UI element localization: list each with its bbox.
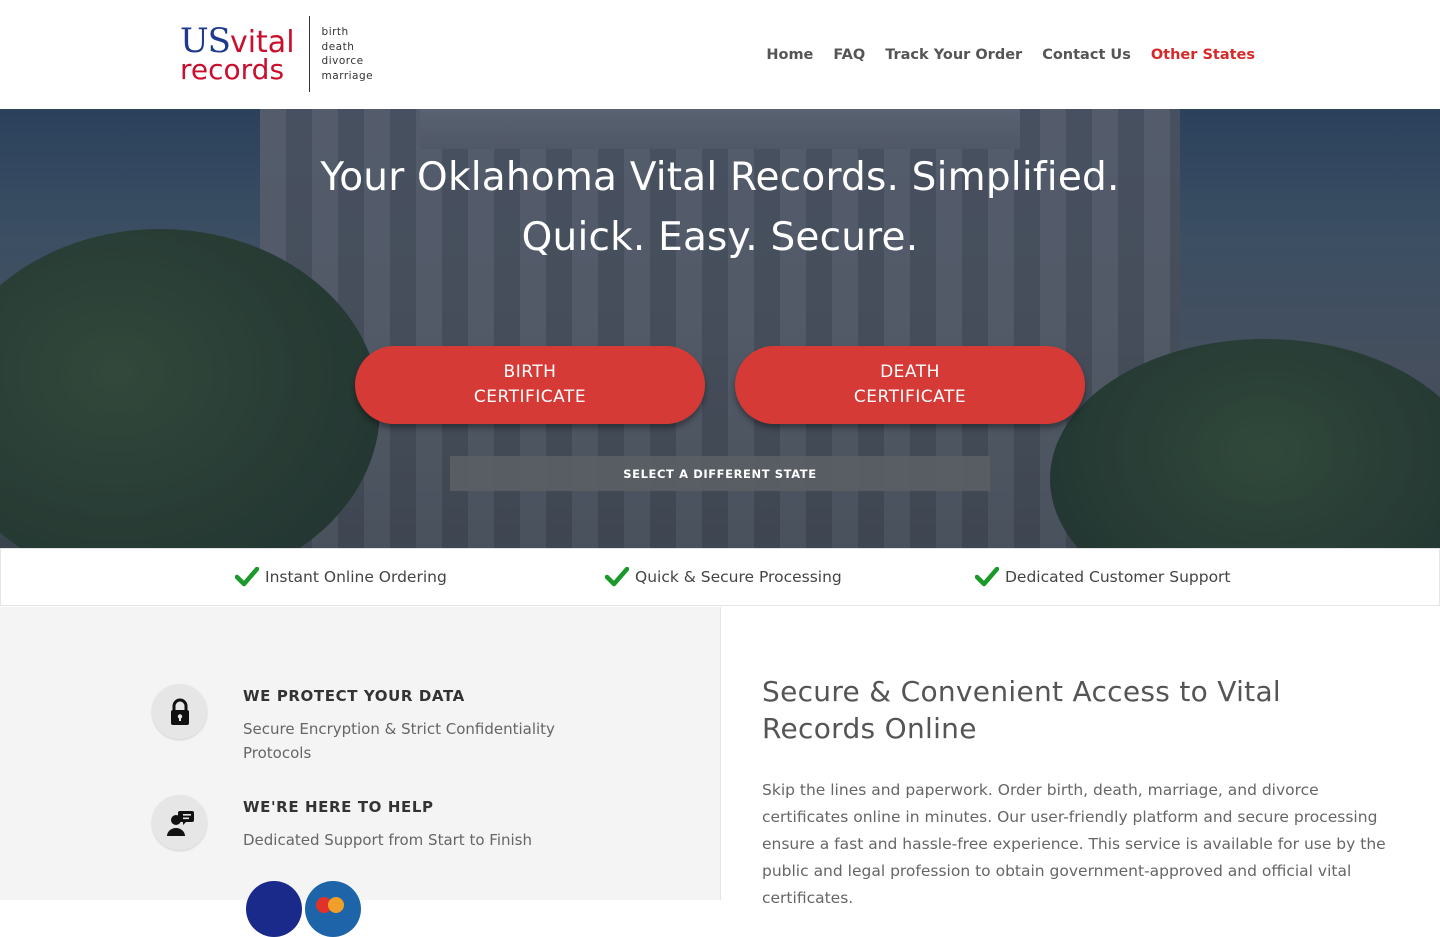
nav-home[interactable]: Home	[766, 47, 813, 63]
mastercard-circle-orange	[328, 897, 344, 913]
payment-badge-visa-icon	[246, 881, 302, 937]
logo-wordmark: USvital records	[180, 24, 295, 84]
info-title: WE PROTECT YOUR DATA	[243, 687, 465, 705]
features-strip: Instant Online Ordering Quick & Secure P…	[0, 548, 1440, 606]
content-title: Secure & Convenient Access to Vital Reco…	[762, 675, 1281, 745]
logo-tags: birth death divorce marriage	[322, 25, 374, 83]
feature-item: Instant Online Ordering	[235, 567, 447, 587]
logo-tag: marriage	[321, 69, 374, 82]
nav-other-states[interactable]: Other States	[1151, 47, 1255, 63]
feature-item: Dedicated Customer Support	[975, 567, 1231, 587]
birth-button-line2: CERTIFICATE	[473, 387, 587, 407]
death-button-line1: DEATH	[880, 362, 940, 382]
hero-section: Your Oklahoma Vital Records. Simplified.…	[0, 109, 1440, 548]
birth-button-line1: BIRTH	[503, 362, 557, 382]
main-nav: Home FAQ Track Your Order Contact Us Oth…	[766, 47, 1255, 63]
hero-subtitle: Quick. Easy. Secure.	[521, 215, 919, 260]
birth-certificate-button[interactable]: BIRTH CERTIFICATE	[355, 346, 705, 424]
info-title: WE'RE HERE TO HELP	[243, 798, 434, 816]
feature-label: Quick & Secure Processing	[635, 568, 842, 586]
site-header: USvital records birth death divorce marr…	[0, 0, 1440, 109]
info-description: Dedicated Support from Start to Finish	[243, 831, 532, 849]
feature-label: Instant Online Ordering	[265, 568, 447, 586]
select-state-button[interactable]: SELECT A DIFFERENT STATE	[450, 456, 990, 491]
site-logo[interactable]: USvital records birth death divorce marr…	[180, 16, 373, 92]
nav-faq[interactable]: FAQ	[833, 47, 865, 63]
logo-tag: divorce	[321, 55, 364, 67]
hero-title: Your Oklahoma Vital Records. Simplified.	[320, 155, 1120, 200]
logo-tag: death	[321, 40, 355, 53]
nav-contact-us[interactable]: Contact Us	[1042, 47, 1131, 63]
death-certificate-button[interactable]: DEATH CERTIFICATE	[735, 346, 1085, 424]
info-description: Secure Encryption & Strict Confidentiali…	[243, 720, 555, 762]
logo-tag: birth	[321, 26, 349, 38]
feature-label: Dedicated Customer Support	[1005, 568, 1231, 586]
info-block-support: WE'RE HERE TO HELP Dedicated Support fro…	[152, 795, 563, 852]
content-body: Skip the lines and paperwork. Order birt…	[762, 781, 1386, 907]
info-block-data-protection: WE PROTECT YOUR DATA Secure Encryption &…	[152, 684, 563, 765]
content-section: Secure & Convenient Access to Vital Reco…	[720, 607, 1440, 907]
logo-records: records	[180, 53, 285, 86]
lock-icon	[152, 684, 207, 739]
check-icon	[975, 567, 999, 587]
trust-section: WE PROTECT YOUR DATA Secure Encryption &…	[0, 607, 720, 937]
nav-track-order[interactable]: Track Your Order	[885, 47, 1022, 63]
check-icon	[235, 567, 259, 587]
feature-item: Quick & Secure Processing	[605, 567, 842, 587]
support-agent-icon	[152, 795, 207, 850]
logo-divider	[308, 16, 310, 92]
death-button-line2: CERTIFICATE	[853, 387, 967, 407]
check-icon	[605, 567, 629, 587]
